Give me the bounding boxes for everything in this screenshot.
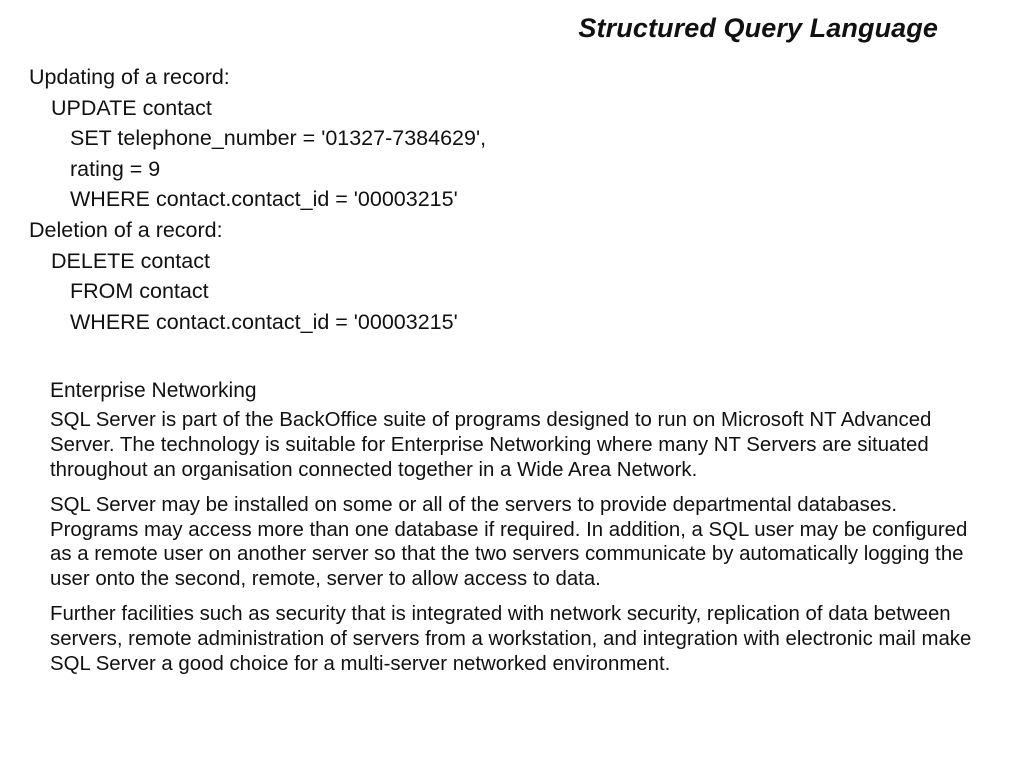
code-line: WHERE contact.contact_id = '00003215' [70, 187, 458, 212]
paragraph: SQL Server may be installed on some or a… [50, 493, 968, 591]
code-line: Deletion of a record: [29, 217, 223, 242]
section-heading: Enterprise Networking [50, 379, 257, 403]
code-line: UPDATE contact [51, 95, 212, 120]
code-line: rating = 9 [70, 156, 161, 181]
code-line: FROM contact [70, 279, 209, 304]
page-title: Structured Query Language [578, 13, 938, 43]
slide-content: Updating of a record: UPDATE contact SET t… [29, 62, 994, 676]
sql-code-block: Updating of a record: UPDATE contact SET t… [29, 62, 994, 337]
code-line: Updating of a record: [29, 65, 230, 89]
code-line: WHERE contact.contact_id = '00003215' [70, 309, 458, 334]
paragraph-list: SQL Server is part of the BackOffice sui… [50, 408, 980, 676]
code-line: SET telephone_number = '01327-7384629', [70, 126, 487, 151]
prose-section: Enterprise Networking SQL Server is part… [29, 377, 980, 676]
paragraph: Further facilities such as security that… [50, 602, 972, 675]
paragraph: SQL Server is part of the BackOffice sui… [50, 409, 932, 481]
code-line: DELETE contact [51, 248, 210, 273]
